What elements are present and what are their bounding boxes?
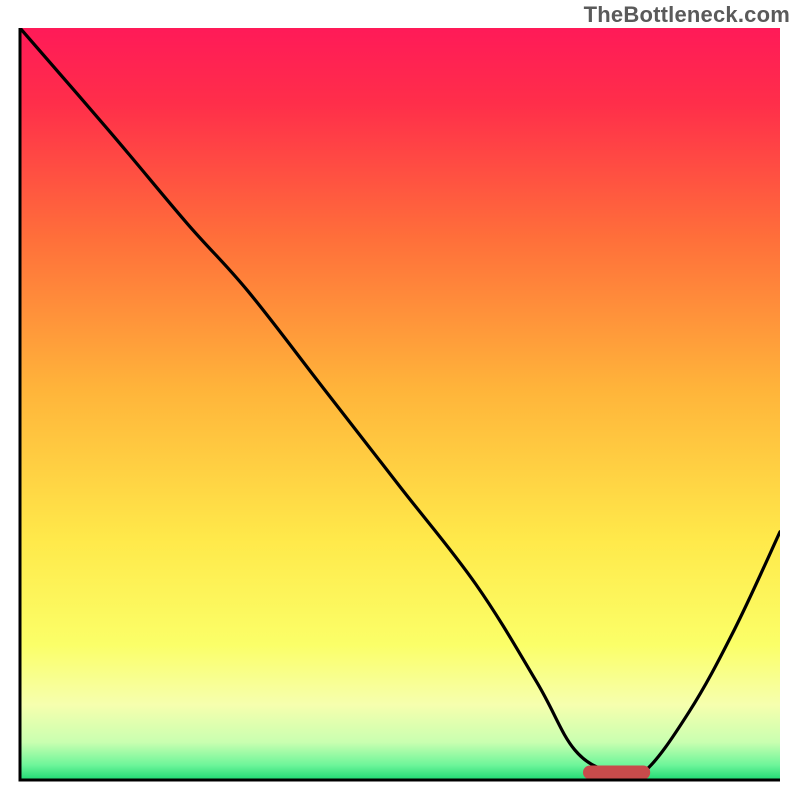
watermark-text: TheBottleneck.com	[584, 2, 790, 28]
plot-background	[20, 28, 780, 780]
bottleneck-chart	[0, 0, 800, 800]
